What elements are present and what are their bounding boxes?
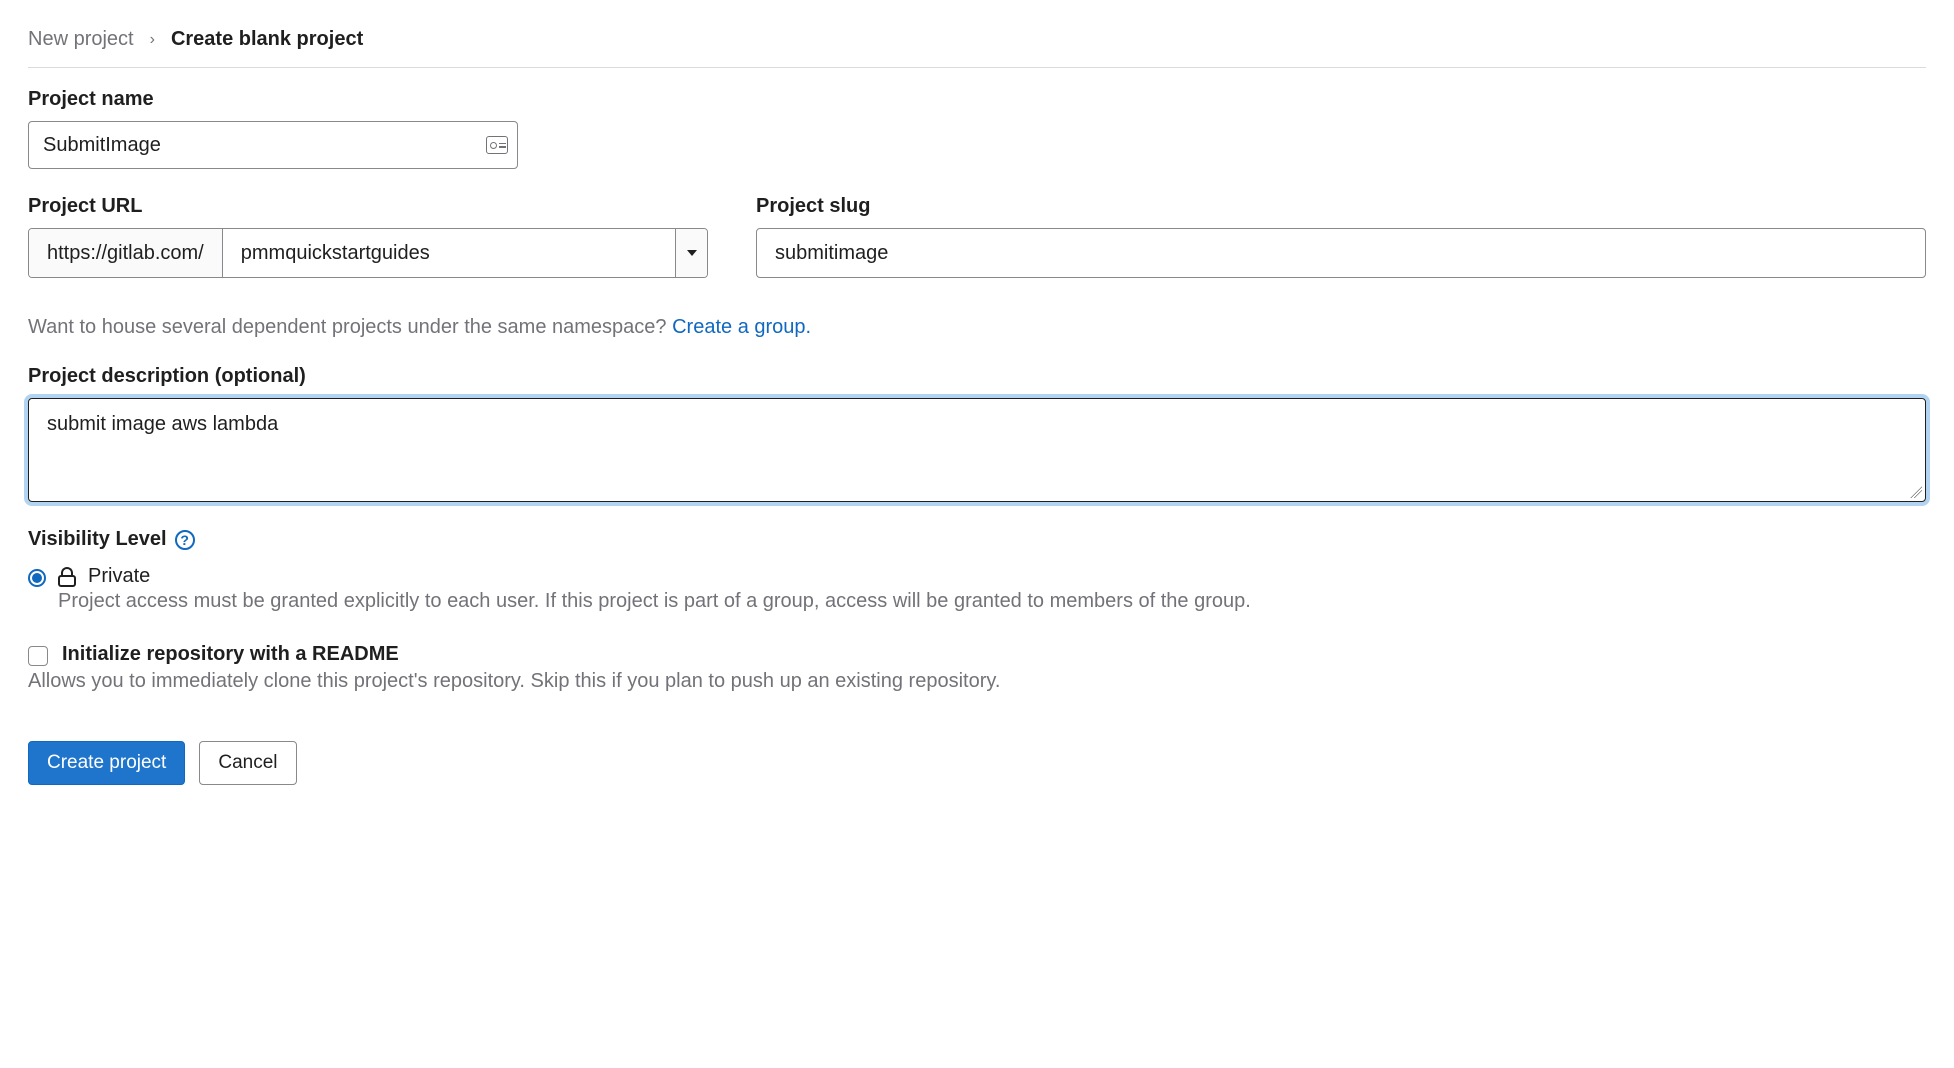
lock-icon [58, 567, 76, 587]
radio-icon [28, 569, 46, 587]
group-hint: Want to house several dependent projects… [28, 316, 1926, 339]
create-project-button[interactable]: Create project [28, 741, 185, 785]
breadcrumb-current: Create blank project [171, 28, 363, 51]
namespace-select[interactable]: pmmquickstartguides [223, 229, 675, 277]
visibility-label: Visibility Level [28, 528, 167, 551]
visibility-private-option[interactable]: Private Project access must be granted e… [28, 565, 1926, 613]
description-group: Project description (optional) submit im… [28, 365, 1926, 502]
breadcrumb-parent-link[interactable]: New project [28, 28, 134, 51]
chevron-right-icon: › [150, 31, 155, 49]
description-textarea[interactable]: submit image aws lambda [29, 399, 1925, 495]
namespace-dropdown-button[interactable] [675, 229, 707, 277]
description-label: Project description (optional) [28, 365, 1926, 388]
project-slug-group: Project slug [756, 195, 1926, 278]
cancel-button[interactable]: Cancel [199, 741, 296, 785]
project-url-label: Project URL [28, 195, 708, 218]
visibility-group: Visibility Level ? Private Project acces… [28, 528, 1926, 613]
project-name-input[interactable] [28, 121, 518, 169]
help-icon[interactable]: ? [175, 530, 195, 550]
chevron-down-icon [687, 250, 697, 256]
contact-card-icon [486, 136, 508, 154]
url-prefix: https://gitlab.com/ [29, 229, 223, 277]
readme-option[interactable]: Initialize repository with a README Allo… [28, 643, 1926, 693]
project-slug-label: Project slug [756, 195, 1926, 218]
group-hint-text: Want to house several dependent projects… [28, 316, 672, 338]
project-name-group: Project name [28, 88, 1926, 169]
readme-title: Initialize repository with a README [62, 643, 1926, 666]
breadcrumb: New project › Create blank project [28, 28, 1926, 68]
visibility-private-title: Private [88, 565, 1926, 588]
checkbox-icon [28, 646, 48, 666]
visibility-private-desc: Project access must be granted explicitl… [58, 590, 1926, 613]
project-slug-input[interactable] [756, 228, 1926, 278]
readme-desc: Allows you to immediately clone this pro… [28, 670, 1926, 693]
project-name-label: Project name [28, 88, 1926, 111]
create-group-link[interactable]: Create a group. [672, 316, 811, 338]
project-url-group: Project URL https://gitlab.com/ pmmquick… [28, 195, 708, 278]
